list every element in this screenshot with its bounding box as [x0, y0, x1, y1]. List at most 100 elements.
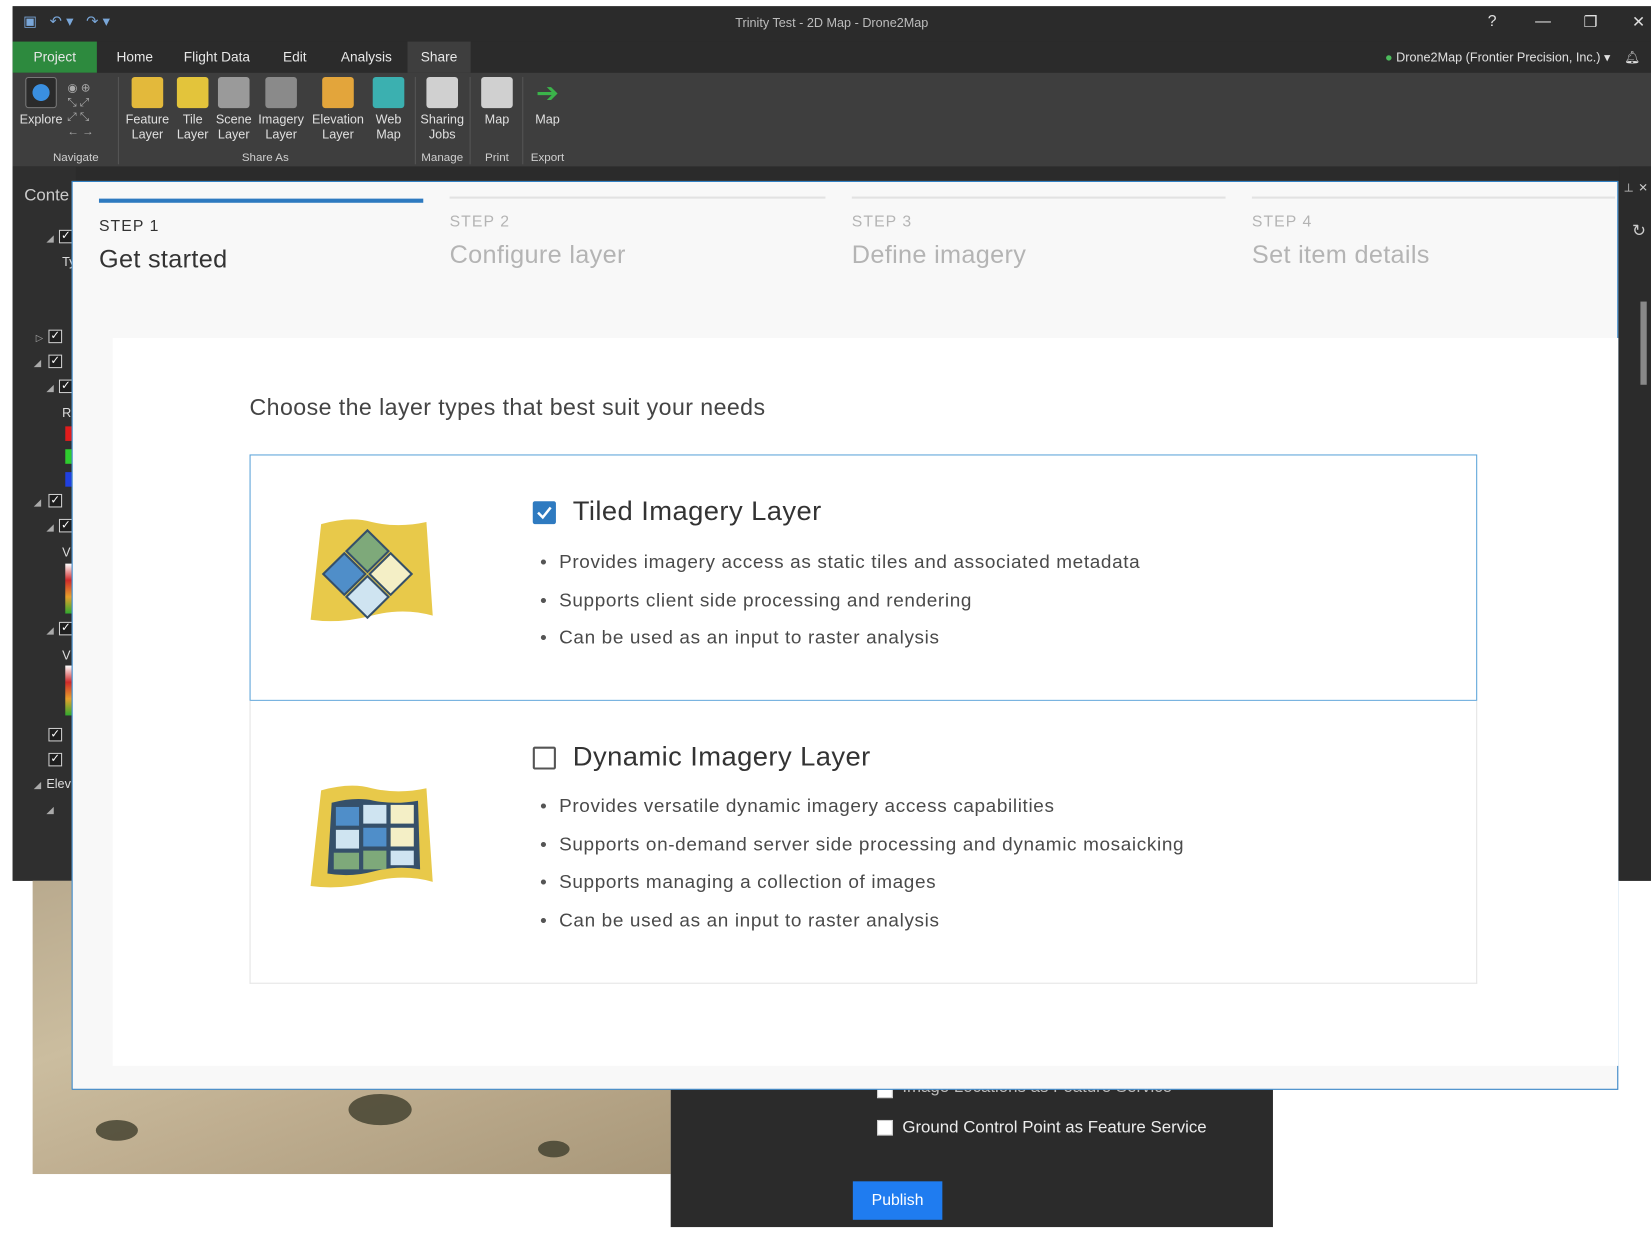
step-number: STEP 4: [1251, 213, 1313, 231]
tab-share[interactable]: Share: [407, 41, 471, 73]
print-map-button[interactable]: Map: [473, 76, 521, 127]
dynamic-imagery-checkbox[interactable]: [532, 746, 556, 770]
expand-arrow-icon[interactable]: ◢: [46, 383, 53, 394]
layer-checkbox[interactable]: ✓: [58, 379, 73, 394]
expand-arrow-icon[interactable]: ◢: [34, 497, 41, 508]
layer-checkbox[interactable]: ✓: [48, 727, 63, 742]
pin-icon[interactable]: ⊥: [1624, 181, 1634, 194]
step-4[interactable]: STEP 4 Set item details: [1251, 196, 1616, 271]
step-2[interactable]: STEP 2 Configure layer: [449, 196, 826, 271]
close-icon[interactable]: ✕: [1632, 12, 1645, 32]
group-print: Print: [485, 151, 509, 165]
gcp-feature-service-checkbox[interactable]: [877, 1119, 893, 1136]
step-label: Configure layer: [449, 241, 626, 270]
share-imagery-wizard: STEP 1 Get started STEP 2 Configure laye…: [71, 180, 1620, 1090]
tiled-imagery-title: Tiled Imagery Layer: [572, 494, 822, 527]
map-feature: [348, 1093, 412, 1126]
collapse-arrow-icon[interactable]: ▷: [36, 333, 43, 344]
elevation-layer-button[interactable]: Elevation Layer: [311, 76, 366, 141]
expand-arrow-icon[interactable]: ◢: [46, 522, 53, 533]
group-navigate: Navigate: [52, 151, 99, 165]
tile-layer-icon: [176, 76, 209, 109]
tiled-imagery-features: Provides imagery access as static tiles …: [540, 543, 1140, 657]
sharing-jobs-icon: [426, 76, 459, 109]
ribbon-separator: [117, 76, 119, 165]
layer-checkbox[interactable]: ✓: [48, 493, 63, 508]
step-progress-bar: [1251, 196, 1616, 199]
step-label: Define imagery: [851, 241, 1027, 270]
scene-layer-icon: [217, 76, 250, 109]
step-1[interactable]: STEP 1 Get started: [98, 198, 424, 275]
dynamic-imagery-features: Provides versatile dynamic imagery acces…: [540, 787, 1184, 939]
publish-button[interactable]: Publish: [852, 1181, 943, 1220]
right-pane-edge: ⊥ ✕ ↻: [1619, 166, 1651, 881]
feature-layer-button[interactable]: Feature Layer: [123, 76, 171, 141]
gcp-feature-service-label: Ground Control Point as Feature Service: [902, 1118, 1207, 1137]
tab-edit[interactable]: Edit: [270, 42, 321, 73]
layer-checkbox[interactable]: ✓: [58, 518, 73, 533]
expand-arrow-icon[interactable]: ◢: [46, 233, 53, 244]
bell-icon[interactable]: 🔔︎: [1624, 50, 1640, 65]
close-pane-icon[interactable]: ✕: [1638, 181, 1648, 194]
export-arrow-icon: ➔: [536, 76, 559, 109]
export-map-button[interactable]: ➔ Map: [523, 77, 571, 127]
list-item: Supports on-demand server side processin…: [540, 825, 1184, 863]
group-manage: Manage: [421, 151, 464, 165]
navigate-small-tools[interactable]: ◉ ⊕ ⤡ ⤢ ⤢ ⤡ ← →: [67, 81, 111, 143]
elevation-layer-icon: [322, 76, 354, 109]
tab-analysis[interactable]: Analysis: [329, 42, 405, 73]
ribbon-tabs: Project Home Flight Data Edit Analysis S…: [12, 41, 1651, 73]
step-3[interactable]: STEP 3 Define imagery: [851, 196, 1226, 271]
explore-button[interactable]: Explore: [17, 76, 65, 127]
scrollbar-thumb[interactable]: [1640, 301, 1647, 385]
tab-project[interactable]: Project: [12, 41, 97, 73]
tab-home[interactable]: Home: [103, 42, 166, 73]
refresh-icon[interactable]: ↻: [1632, 220, 1646, 241]
list-item: Supports managing a collection of images: [540, 863, 1184, 901]
layer-checkbox[interactable]: ✓: [48, 354, 63, 369]
step-number: STEP 3: [851, 213, 913, 231]
list-item: Supports client side processing and rend…: [540, 581, 1140, 619]
page-heading: Choose the layer types that best suit yo…: [249, 394, 766, 421]
tab-flight-data[interactable]: Flight Data: [175, 42, 259, 73]
help-button[interactable]: ?: [1488, 12, 1497, 30]
expand-arrow-icon[interactable]: ◢: [34, 780, 41, 791]
dynamic-imagery-option[interactable]: Dynamic Imagery Layer Provides versatile…: [249, 700, 1478, 984]
step-progress-bar: [449, 196, 826, 199]
sharing-jobs-button[interactable]: Sharing Jobs: [418, 76, 466, 141]
tiled-imagery-option[interactable]: Tiled Imagery Layer Provides imagery acc…: [249, 454, 1478, 701]
ribbon-separator: [469, 76, 471, 165]
restore-icon[interactable]: ❐: [1584, 12, 1598, 32]
expand-arrow-icon[interactable]: ◢: [46, 805, 53, 816]
layer-label: V: [62, 647, 71, 663]
user-account[interactable]: ● Drone2Map (Frontier Precision, Inc.) ▾…: [1385, 50, 1640, 65]
user-name: Drone2Map (Frontier Precision, Inc.) ▾: [1396, 49, 1611, 65]
step-progress-bar: [851, 196, 1226, 199]
step-progress-bar: [98, 198, 424, 203]
tiled-imagery-icon: [310, 519, 433, 622]
title-bar: ▣ ↶▾ ↷▾ Trinity Test - 2D Map - Drone2Ma…: [12, 6, 1651, 42]
minimize-icon[interactable]: —: [1535, 12, 1551, 30]
scene-layer-button[interactable]: Scene Layer: [210, 76, 258, 141]
imagery-layer-button[interactable]: Imagery Layer: [257, 76, 305, 141]
layer-label: V: [62, 544, 71, 560]
elevation-group-label: Elev: [46, 776, 71, 792]
user-icon: ●: [1384, 49, 1393, 65]
layer-checkbox[interactable]: ✓: [48, 752, 63, 767]
explore-icon: [25, 76, 57, 109]
layer-checkbox[interactable]: ✓: [48, 329, 63, 344]
wizard-content: Choose the layer types that best suit yo…: [112, 337, 1619, 1066]
group-share-as: Share As: [241, 151, 289, 165]
web-map-button[interactable]: Web Map: [364, 76, 412, 141]
printer-icon: [481, 76, 513, 109]
expand-arrow-icon[interactable]: ◢: [34, 358, 41, 369]
layer-checkbox[interactable]: ✓: [58, 229, 73, 244]
list-item: Can be used as an input to raster analys…: [540, 619, 1140, 657]
contents-title: Conte: [24, 187, 70, 205]
checkmark-icon: [537, 506, 552, 520]
layer-label: R: [62, 405, 72, 421]
layer-checkbox[interactable]: ✓: [58, 621, 73, 636]
wizard-steps: STEP 1 Get started STEP 2 Configure laye…: [73, 182, 1620, 338]
tiled-imagery-checkbox[interactable]: [532, 501, 556, 525]
expand-arrow-icon[interactable]: ◢: [46, 625, 53, 636]
